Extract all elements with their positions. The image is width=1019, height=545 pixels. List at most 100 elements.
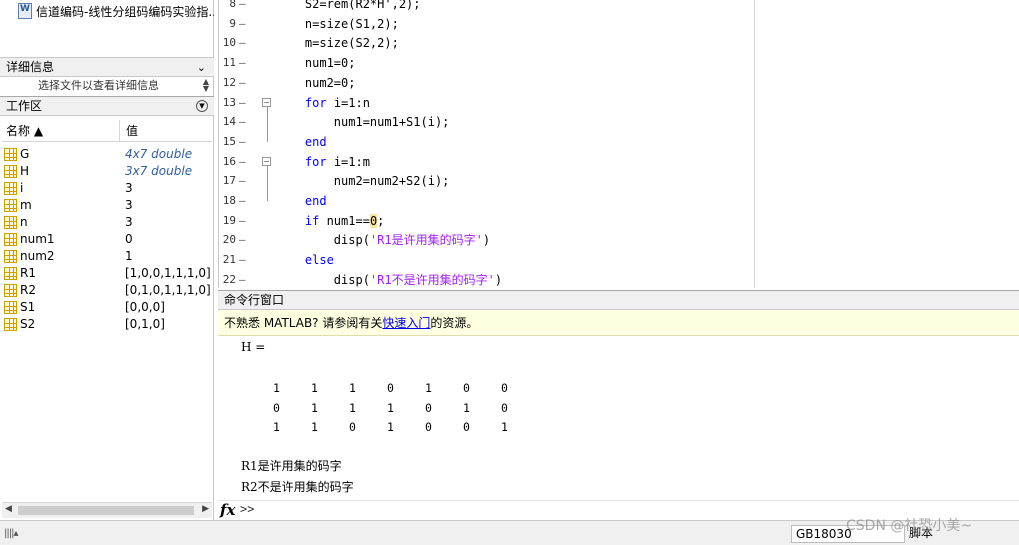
string-token: 'R1不是许用集的码字' [369,272,495,287]
breakpoint-marker[interactable]: – [239,53,246,73]
string-token: 'R1是许用集的码字' [369,233,483,248]
code-line[interactable]: 11– num1=0; [219,53,749,73]
matrix-cell: 1 [349,381,356,395]
workspace-row[interactable]: R1 [1,0,0,1,1,1,0] [2,265,212,282]
scrollbar-thumb[interactable] [18,506,194,515]
matrix-cell: 0 [463,420,470,434]
matrix-variable-icon [4,284,17,297]
panel-menu-icon[interactable]: ▼ [196,100,208,112]
breakpoint-marker[interactable]: – [239,152,246,172]
quick-start-link[interactable]: 快速入门 [382,316,430,330]
code-token: i=1:m [326,154,370,169]
workspace-row[interactable]: m3 [2,197,212,214]
fold-toggle-icon[interactable]: − [262,97,271,107]
scroll-right-icon[interactable]: ▶ [202,504,209,514]
details-scroll-arrows[interactable]: ▲ ▼ [203,78,209,93]
breakpoint-marker[interactable]: – [239,230,246,250]
code-token: disp( [276,272,370,287]
command-window-header[interactable]: 命令行窗口 [218,290,1019,310]
breakpoint-marker[interactable]: – [239,211,246,231]
matrix-cell: 0 [273,400,280,415]
matrix-variable-icon [4,267,17,280]
code-line[interactable]: 12– num2=0; [219,73,749,93]
column-header-value[interactable]: 值 [120,120,212,142]
keyword-token: for [304,95,327,110]
workspace-row[interactable]: i3 [2,180,212,197]
matrix-cell: 1 [387,420,394,434]
variable-value: 4x7 double [125,147,193,161]
code-line[interactable]: 15– end [219,132,749,152]
breakpoint-marker[interactable]: – [239,93,246,113]
breakpoint-marker[interactable]: – [239,0,246,14]
code-line[interactable]: 21– else [219,250,749,270]
details-panel-title: 详细信息 [6,60,55,74]
variable-name: H [20,164,30,178]
breakpoint-marker[interactable]: – [239,270,246,290]
code-token: num1== [319,213,370,228]
code-line[interactable]: 16– − for i=1:m [219,152,749,172]
code-line[interactable]: 8– S2=rem(R2*H',2); [219,0,749,14]
breakpoint-marker[interactable]: – [239,191,246,211]
code-text: else [276,250,334,270]
line-number: 12 [222,75,236,89]
breakpoint-marker[interactable]: – [239,250,246,270]
banner-suffix: 的资源。 [430,316,479,330]
file-item[interactable]: 信道编码-线性分组码编码实验指... [18,2,214,20]
matrix-cell: 0 [501,400,508,415]
workspace-header[interactable]: 工作区 ▼ [0,96,214,116]
code-line[interactable]: 13– − for i=1:n [219,93,749,113]
details-panel-header[interactable]: 详细信息 ⌄ [0,57,214,77]
column-header-name[interactable]: 名称 ▲ [2,120,120,142]
code-line[interactable]: 19– if num1==0; [219,211,749,231]
keyword-token: end [304,134,327,149]
command-window-title: 命令行窗口 [224,293,285,307]
code-line[interactable]: 22– disp('R1不是许用集的码字') [219,270,749,290]
breakpoint-marker[interactable]: – [239,132,246,152]
code-editor[interactable]: 8– S2=rem(R2*H',2); 9– n=size(S1,2); 10– m… [218,0,1019,288]
variable-value: 0 [125,232,133,246]
fold-toggle-icon[interactable]: − [262,156,271,166]
line-number: 20 [222,233,236,247]
workspace-row[interactable]: num2 1 [2,248,212,265]
output-result-line: R1是许用集的码字 [241,459,342,473]
code-token: S2=rem(R2*H',2); [276,0,421,11]
breakpoint-marker[interactable]: – [239,14,246,34]
workspace-row[interactable]: S2 [0,1,0] [2,316,212,333]
scroll-left-icon[interactable]: ◀ [5,504,12,514]
workspace-row[interactable]: S1 [0,0,0] [2,299,212,316]
code-token: num1=num1+S1(i); [276,115,450,130]
watermark: CSDN @社恐小美~ [846,518,973,534]
command-output[interactable]: H = 1 1 1 0 1 0 0 0 1 1 1 0 1 0 1 1 0 1 0 0 1 R1是许用集的码字 R2不是… [218,336,1019,500]
workspace-row[interactable]: G 4x7 double [2,146,212,163]
code-text: end [276,132,327,152]
code-line[interactable]: 17– num2=num2+S2(i); [219,171,749,191]
breakpoint-marker[interactable]: – [239,112,246,132]
code-line[interactable]: 18– end [219,191,749,211]
code-line[interactable]: 14– num1=num1+S1(i); [219,112,749,132]
matrix-cell: 1 [311,400,318,415]
workspace-horizontal-scrollbar[interactable]: ◀ ▶ [2,502,212,518]
workspace-row[interactable]: num1 0 [2,231,212,248]
function-browser-icon[interactable]: fx [220,501,235,519]
workspace-row[interactable]: n3 [2,214,212,231]
code-text: n=size(S1,2); [276,14,399,34]
code-line[interactable]: 10– m=size(S2,2); [219,33,749,53]
breakpoint-marker[interactable]: – [239,171,246,191]
matrix-variable-icon [4,318,17,331]
code-text: num2=0; [276,73,356,93]
variable-name: i [20,181,24,195]
workspace-row[interactable]: H 3x7 double [2,163,212,180]
matrix-variable-icon [4,250,17,263]
status-grip-icon[interactable]: ||||▴ [4,528,18,539]
breakpoint-marker[interactable]: – [239,73,246,93]
workspace-row[interactable]: R2 [0,1,0,1,1,1,0] [2,282,212,299]
code-line[interactable]: 20– disp('R1是许用集的码字') [219,230,749,250]
chevron-down-icon[interactable]: ⌄ [197,59,206,77]
matrix-row: 1 1 1 0 1 0 0 [218,381,518,401]
breakpoint-marker[interactable]: – [239,33,246,53]
code-token: n=size(S1,2); [276,16,399,31]
code-line[interactable]: 9– n=size(S1,2); [219,14,749,34]
variable-value: 3 [125,198,133,212]
